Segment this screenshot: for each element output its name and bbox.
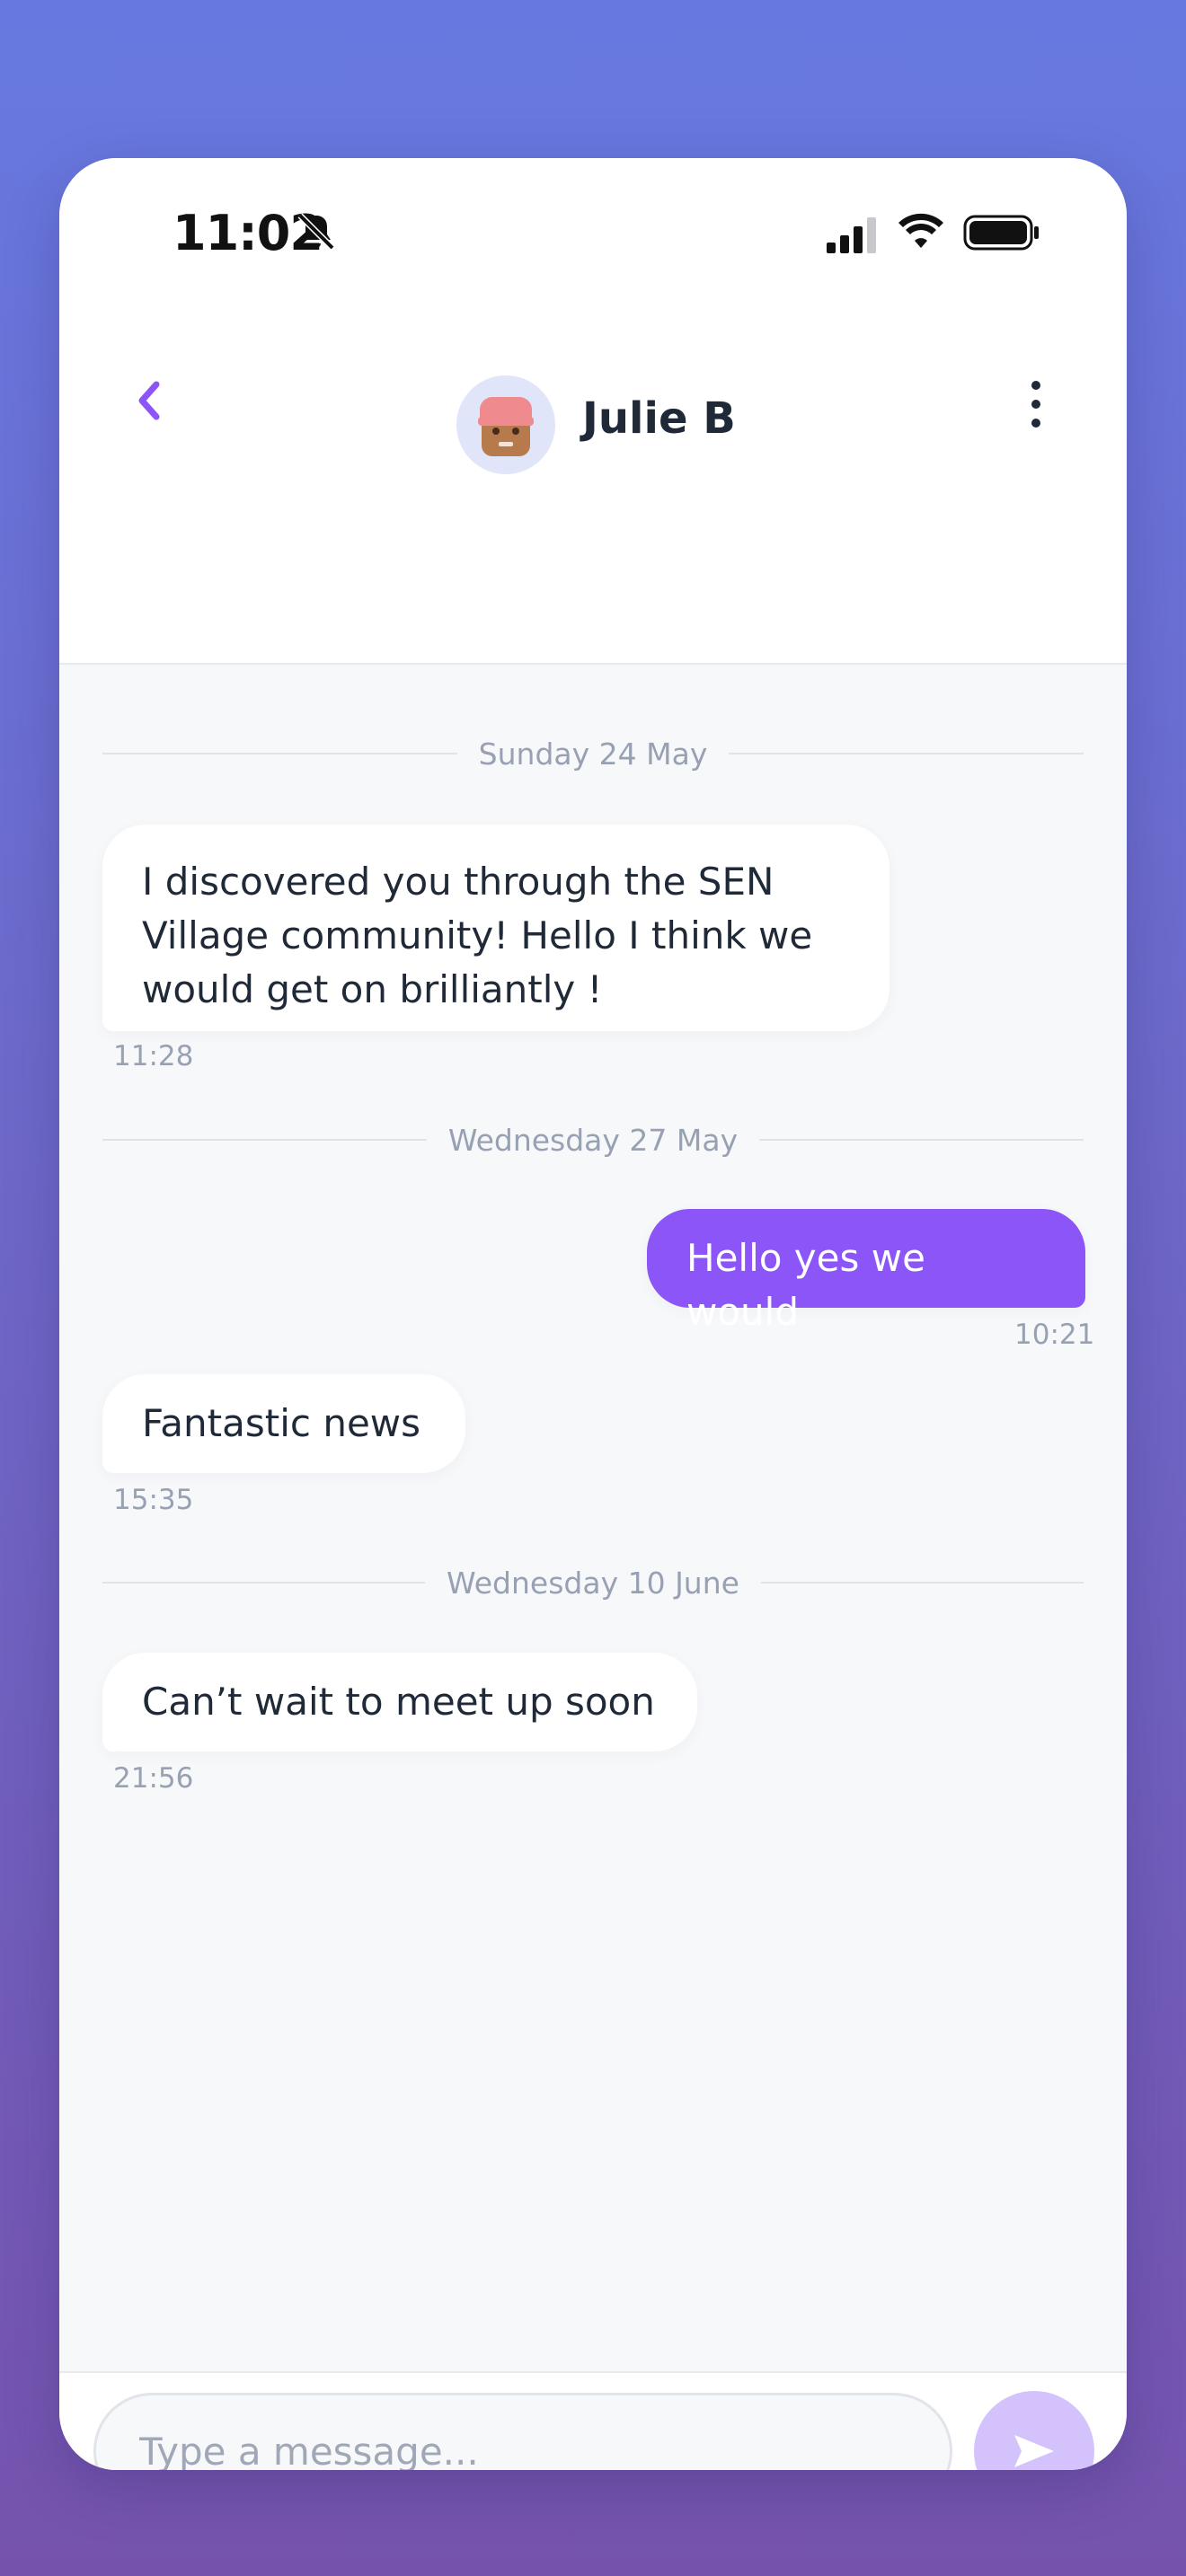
person-avatar-icon	[478, 397, 534, 456]
message-input[interactable]	[93, 2393, 952, 2470]
message-text-line: would get on brilliantly !	[142, 967, 603, 1011]
message-text: Can’t wait to meet up soon	[142, 1680, 655, 1724]
date-divider: Wednesday 10 June	[102, 1565, 1084, 1601]
date-divider: Sunday 24 May	[102, 736, 1084, 772]
message-time: 11:28	[113, 1040, 194, 1072]
message-text-line: Village community! Hello I think we	[142, 913, 813, 957]
outgoing-message-bubble[interactable]: Hello yes we would	[647, 1209, 1085, 1334]
chat-area: Sunday 24 May I discovered you through t…	[59, 665, 1127, 2371]
avatar[interactable]	[456, 375, 555, 474]
incoming-message-bubble[interactable]: I discovered you through the SEN Village…	[102, 825, 890, 1031]
send-button[interactable]	[974, 2391, 1094, 2470]
message-time: 10:21	[1014, 1319, 1095, 1351]
chevron-left-icon[interactable]	[133, 379, 165, 422]
message-time: 15:35	[113, 1484, 194, 1516]
message-text: Hello yes we would	[686, 1236, 925, 1334]
date-divider: Wednesday 27 May	[102, 1122, 1084, 1158]
signal-icon	[827, 217, 876, 253]
date-label: Sunday 24 May	[478, 736, 708, 772]
message-composer	[59, 2371, 1127, 2470]
message-text-line: I discovered you through the SEN	[142, 860, 774, 904]
incoming-message-bubble[interactable]: Fantastic news	[102, 1374, 465, 1473]
message-text: Fantastic news	[142, 1401, 421, 1445]
status-bar: 11:02	[59, 158, 1127, 311]
wifi-icon	[898, 213, 943, 248]
chat-header	[59, 311, 1127, 665]
contact-name[interactable]: Julie B	[582, 393, 736, 444]
battery-icon	[963, 215, 1039, 251]
date-label: Wednesday 10 June	[447, 1565, 739, 1601]
bell-slash-icon	[297, 213, 335, 251]
incoming-message-bubble[interactable]: Can’t wait to meet up soon	[102, 1653, 697, 1751]
message-time: 21:56	[113, 1762, 194, 1795]
send-arrow-icon	[1014, 2435, 1054, 2467]
phone-frame: 11:02 Julie B Sunday 24 May I discovered…	[59, 158, 1127, 2470]
date-label: Wednesday 27 May	[447, 1122, 739, 1158]
vertical-ellipsis-icon[interactable]	[1024, 379, 1048, 429]
